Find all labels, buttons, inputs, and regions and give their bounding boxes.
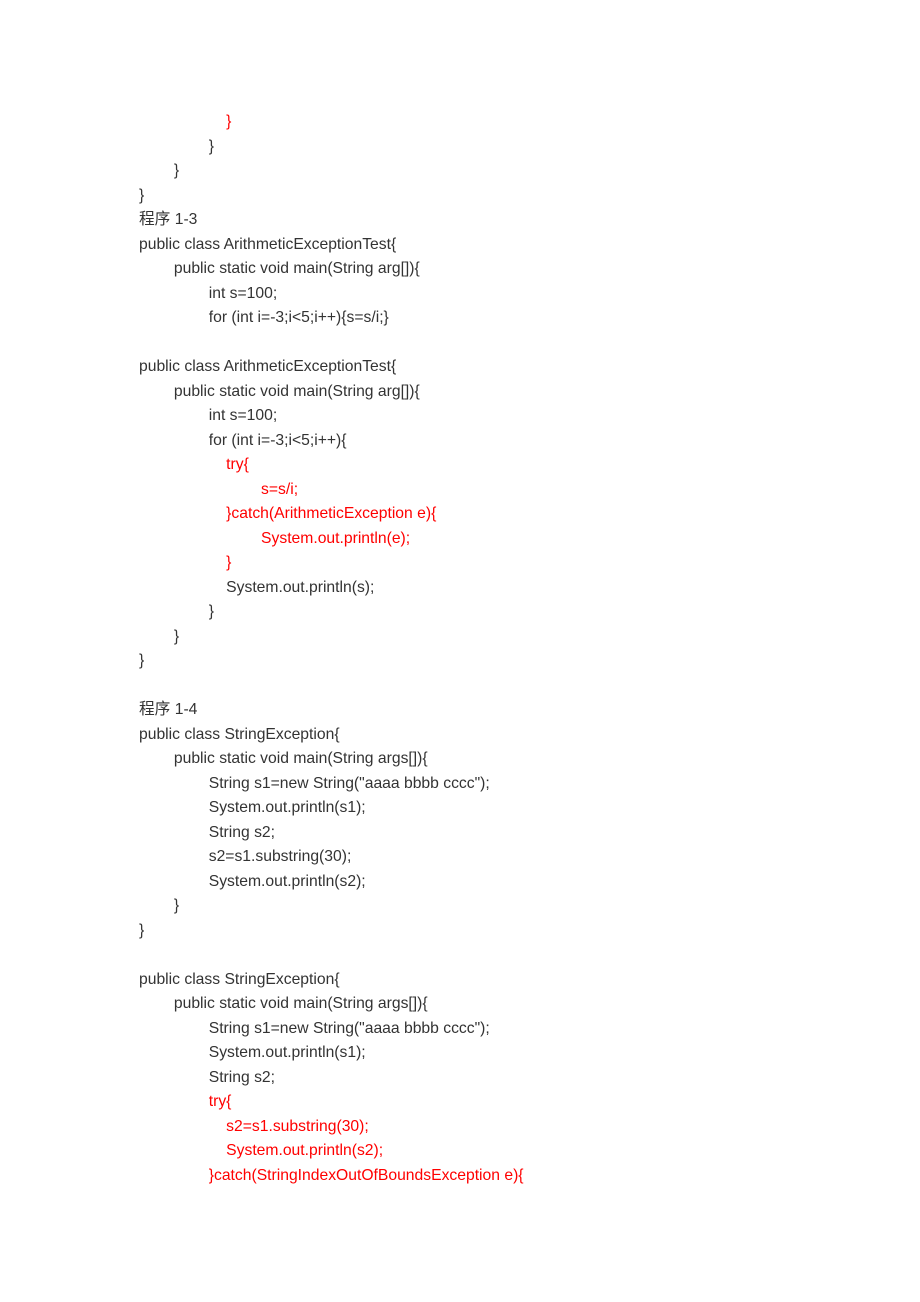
document-page: } } }}程序 1-3public class ArithmeticExcep… xyxy=(0,0,920,1302)
code-listing: } } }}程序 1-3public class ArithmeticExcep… xyxy=(139,110,920,1188)
